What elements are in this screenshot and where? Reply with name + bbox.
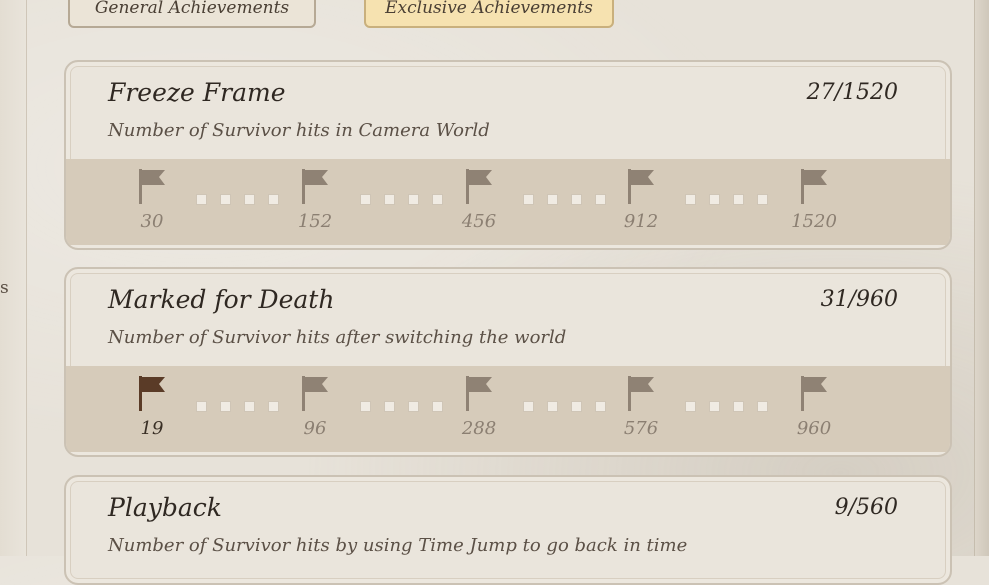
milestone-track: 30 152 456 912 1520 bbox=[66, 159, 950, 245]
flag-icon bbox=[628, 376, 654, 411]
milestone: 30 bbox=[122, 167, 182, 232]
flag-icon bbox=[628, 169, 654, 204]
milestone-value: 576 bbox=[623, 418, 659, 439]
flag-icon bbox=[302, 376, 328, 411]
tab-general-achievements[interactable]: General Achievements bbox=[68, 0, 316, 28]
milestone-dots bbox=[360, 401, 443, 413]
milestone: 19 bbox=[122, 374, 182, 439]
milestone: 96 bbox=[285, 374, 345, 439]
milestone-value: 19 bbox=[140, 418, 164, 439]
milestone-value: 96 bbox=[303, 418, 327, 439]
achievement-card-freeze-frame[interactable]: Freeze Frame 27/1520 Number of Survivor … bbox=[64, 60, 952, 250]
milestone-value: 960 bbox=[796, 418, 832, 439]
milestone-dots bbox=[685, 401, 768, 413]
milestone-value: 288 bbox=[461, 418, 497, 439]
achievement-progress: 27/1520 bbox=[806, 80, 898, 105]
flag-icon bbox=[801, 376, 827, 411]
achievement-progress: 9/560 bbox=[834, 495, 898, 520]
achievement-description: Number of Survivor hits by using Time Ju… bbox=[108, 535, 688, 556]
milestone-value: 456 bbox=[461, 211, 497, 232]
milestone: 912 bbox=[611, 167, 671, 232]
milestone-value: 152 bbox=[297, 211, 333, 232]
milestone-dots bbox=[685, 194, 768, 206]
flag-icon bbox=[139, 169, 165, 204]
milestone-value: 1520 bbox=[791, 211, 837, 232]
flag-icon bbox=[466, 169, 492, 204]
milestone: 1520 bbox=[784, 167, 844, 232]
milestone: 152 bbox=[285, 167, 345, 232]
milestone-dots bbox=[360, 194, 443, 206]
achievement-title: Freeze Frame bbox=[108, 78, 286, 107]
milestone-track: 19 96 288 576 960 bbox=[66, 366, 950, 452]
milestone-value: 912 bbox=[623, 211, 659, 232]
achievement-progress: 31/960 bbox=[820, 287, 898, 312]
milestone-dots bbox=[196, 401, 279, 413]
milestone-value: 30 bbox=[140, 211, 164, 232]
milestone: 576 bbox=[611, 374, 671, 439]
achievement-title: Marked for Death bbox=[108, 285, 335, 314]
flag-icon bbox=[466, 376, 492, 411]
flag-icon bbox=[302, 169, 328, 204]
milestone-dots bbox=[523, 401, 606, 413]
milestone: 456 bbox=[449, 167, 509, 232]
milestone: 288 bbox=[449, 374, 509, 439]
milestone-dots bbox=[523, 194, 606, 206]
tab-exclusive-label: Exclusive Achievements bbox=[385, 0, 593, 18]
milestone: 960 bbox=[784, 374, 844, 439]
tab-exclusive-achievements[interactable]: Exclusive Achievements bbox=[364, 0, 614, 28]
achievement-card-marked-for-death[interactable]: Marked for Death 31/960 Number of Surviv… bbox=[64, 267, 952, 457]
left-rail-text: s bbox=[0, 278, 9, 298]
milestone-dots bbox=[196, 194, 279, 206]
achievement-card-playback[interactable]: Playback 9/560 Number of Survivor hits b… bbox=[64, 475, 952, 585]
achievement-title: Playback bbox=[108, 493, 222, 522]
tab-general-label: General Achievements bbox=[94, 0, 290, 18]
achievement-description: Number of Survivor hits in Camera World bbox=[108, 120, 490, 141]
achievement-description: Number of Survivor hits after switching … bbox=[108, 327, 567, 348]
flag-icon bbox=[801, 169, 827, 204]
flag-icon-reached bbox=[139, 376, 165, 411]
right-border bbox=[974, 0, 989, 556]
